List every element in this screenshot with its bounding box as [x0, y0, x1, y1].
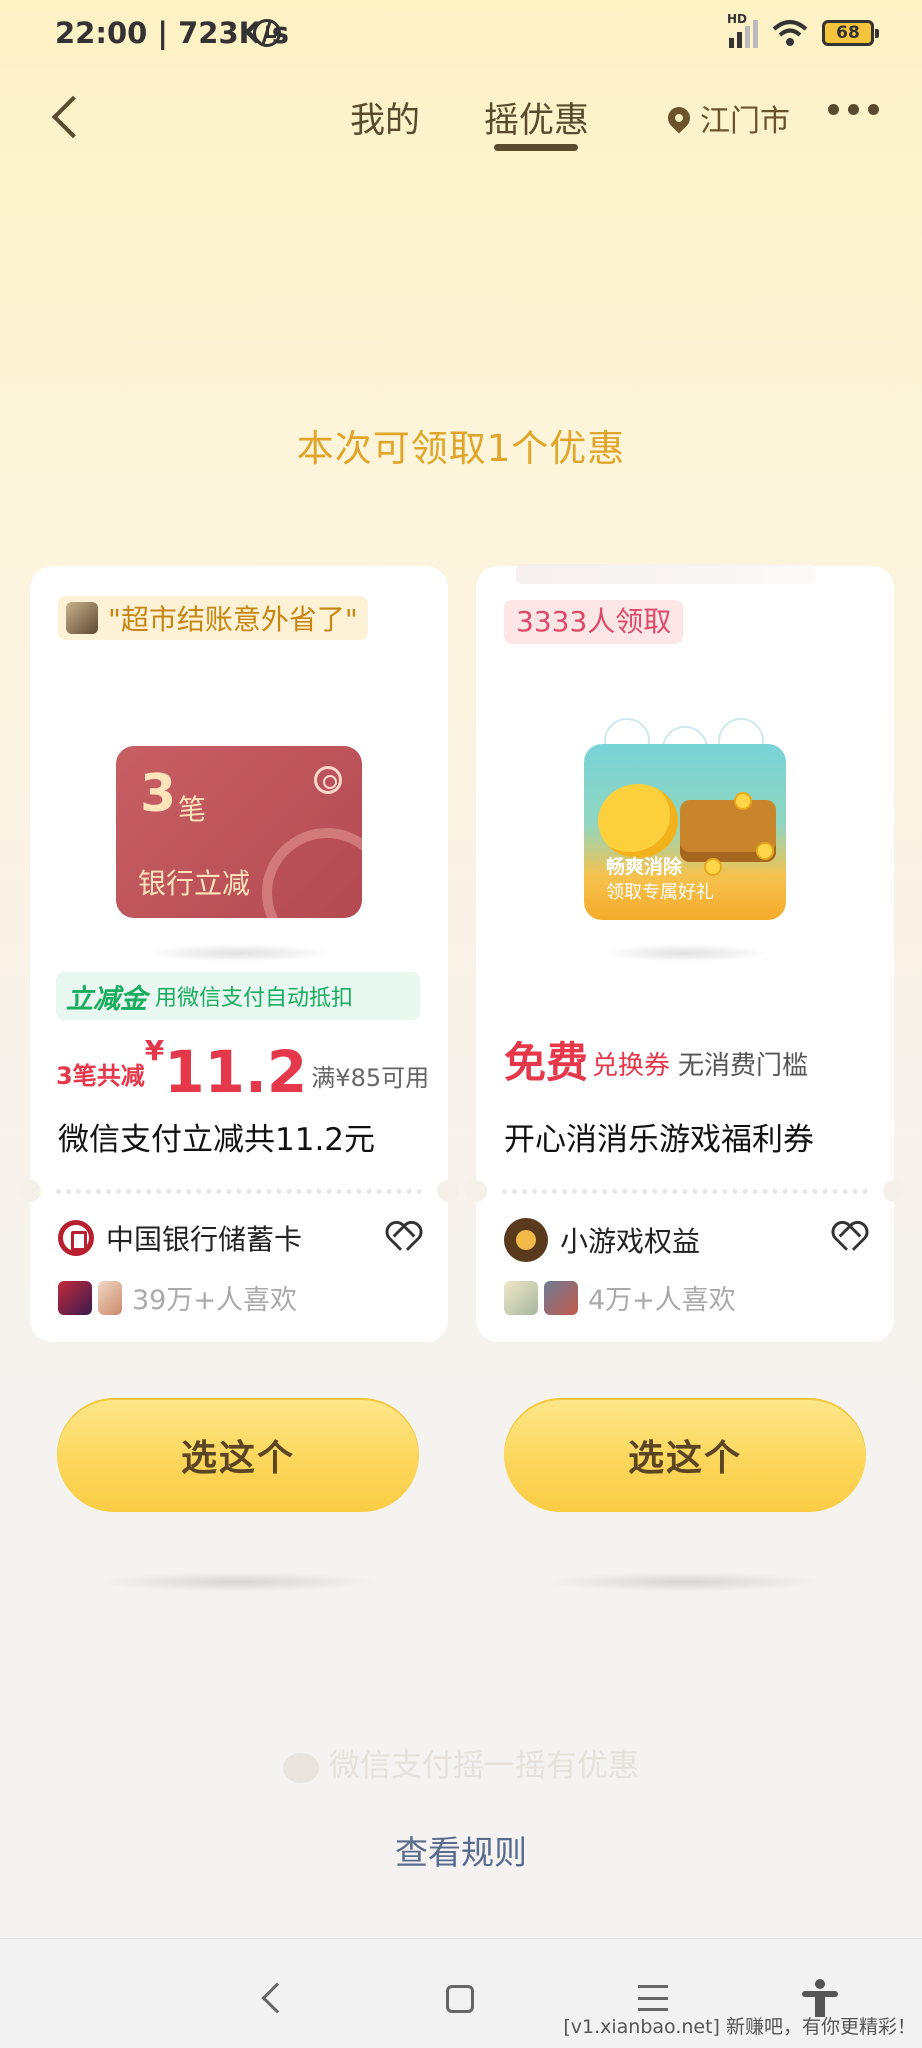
- select-game-offer-button[interactable]: 选这个: [504, 1398, 866, 1512]
- offer-card-bank[interactable]: "超市结账意外省了" 3 笔 银行立减 立减金 用微信支付自动抵扣 3笔共减 ¥…: [19, 566, 459, 1342]
- select-bank-offer-button[interactable]: 选这个: [57, 1398, 419, 1512]
- tab-shake-offers[interactable]: 摇优惠: [484, 92, 589, 143]
- offer-card-game[interactable]: 3333人领取 畅爽消除 领取专属好礼 免费 兑换券 无消费门槛 开心消消乐游戏…: [465, 564, 905, 1342]
- back-button[interactable]: [48, 90, 88, 142]
- signal-icon: HD: [727, 12, 758, 48]
- brand-name: 中国银行储蓄卡: [106, 1223, 303, 1256]
- status-icons: HD 68: [727, 12, 879, 48]
- location-pin-icon: [663, 102, 695, 134]
- liker-avatar: [98, 1280, 122, 1315]
- liker-avatar: [544, 1280, 578, 1315]
- more-menu-button[interactable]: [828, 104, 879, 115]
- brand-row[interactable]: 中国银行储蓄卡: [58, 1218, 302, 1258]
- brand-row[interactable]: 小游戏权益: [504, 1218, 700, 1262]
- offer-free: 免费: [504, 1038, 589, 1087]
- ticket-divider: [465, 1180, 905, 1202]
- button-shadow: [98, 1572, 378, 1592]
- bank-discount-card-image: 3 笔 银行立减: [116, 746, 362, 918]
- network-type: HD: [727, 12, 748, 26]
- button-shadow: [544, 1572, 824, 1592]
- alarm-icon: [253, 19, 281, 47]
- bank-discount-label: 银行立减: [138, 867, 251, 900]
- status-bar: 22:00 | 723K/s HD 68: [0, 0, 922, 72]
- tag-description: 用微信支付自动抵扣: [155, 986, 354, 1011]
- likes-count: 4万+人喜欢: [588, 1285, 736, 1316]
- game-promo-line1: 畅爽消除: [606, 856, 683, 878]
- review-quote: "超市结账意外省了": [108, 603, 358, 636]
- active-tab-indicator: [494, 144, 578, 151]
- page-headline: 本次可领取1个优惠: [296, 427, 626, 470]
- discount-count: 3: [140, 764, 177, 824]
- tab-mine[interactable]: 我的: [350, 92, 420, 143]
- instant-discount-tag: 立减金 用微信支付自动抵扣: [56, 972, 420, 1020]
- liker-avatar: [58, 1280, 92, 1315]
- bank-of-china-icon: [58, 1220, 94, 1256]
- chick-icon: [598, 784, 678, 858]
- review-badge: "超市结账意外省了": [58, 596, 368, 640]
- location-selector[interactable]: 江门市: [663, 96, 790, 140]
- price-line: 3笔共减 ¥ 11.2 满¥85可用: [56, 1034, 429, 1101]
- mini-game-icon: [504, 1218, 548, 1262]
- brand-name: 小游戏权益: [560, 1225, 701, 1258]
- system-menu-icon[interactable]: [638, 1985, 668, 2011]
- offer-line: 免费 兑换券 无消费门槛: [504, 1042, 808, 1084]
- offer-condition: 无消费门槛: [678, 1051, 809, 1081]
- game-promo-line2: 领取专属好礼: [606, 882, 714, 903]
- likes-count: 39万+人喜欢: [132, 1285, 297, 1316]
- discount-unit: 笔: [178, 793, 207, 826]
- image-shadow: [600, 944, 770, 962]
- boc-watermark-icon: [262, 828, 362, 918]
- system-back-icon[interactable]: [261, 1982, 293, 2014]
- ticket-divider: [19, 1180, 459, 1202]
- boc-logo-icon: [314, 766, 342, 794]
- view-rules-link[interactable]: 查看规则: [0, 1826, 922, 1874]
- wechat-pay-icon: [283, 1752, 319, 1783]
- slogan-text: 微信支付摇一摇有优惠: [329, 1748, 639, 1784]
- discount-amount: 11.2: [164, 1038, 308, 1106]
- likes-row: 4万+人喜欢: [504, 1278, 736, 1317]
- reviewer-avatar: [66, 602, 98, 634]
- offer-type: 兑换券: [592, 1051, 671, 1081]
- offer-title: 微信支付立减共11.2元: [58, 1122, 376, 1158]
- usage-condition: 满¥85可用: [311, 1064, 430, 1092]
- tag-strong: 立减金: [66, 983, 147, 1015]
- likes-row: 39万+人喜欢: [58, 1278, 297, 1317]
- favorite-heart-icon[interactable]: [832, 1224, 860, 1250]
- ticker-placeholder: [516, 564, 816, 584]
- system-home-icon[interactable]: [446, 1985, 474, 2013]
- claim-count-badge: 3333人领取: [504, 600, 684, 644]
- currency-symbol: ¥: [144, 1034, 165, 1067]
- wifi-icon: [772, 20, 808, 46]
- image-shadow: [144, 944, 334, 962]
- offer-title: 开心消消乐游戏福利券: [504, 1122, 814, 1158]
- location-label: 江门市: [700, 104, 790, 139]
- site-watermark: [v1.xianbao.net] 新赚吧，有你更精彩！: [563, 2016, 916, 2038]
- battery-indicator: 68: [822, 20, 879, 46]
- favorite-heart-icon[interactable]: [386, 1224, 414, 1250]
- wechat-pay-slogan: 微信支付摇一摇有优惠: [0, 1740, 922, 1785]
- game-promo-image: 畅爽消除 领取专属好礼: [584, 744, 786, 920]
- liker-avatar: [504, 1280, 538, 1315]
- price-prefix: 3笔共减: [56, 1062, 145, 1090]
